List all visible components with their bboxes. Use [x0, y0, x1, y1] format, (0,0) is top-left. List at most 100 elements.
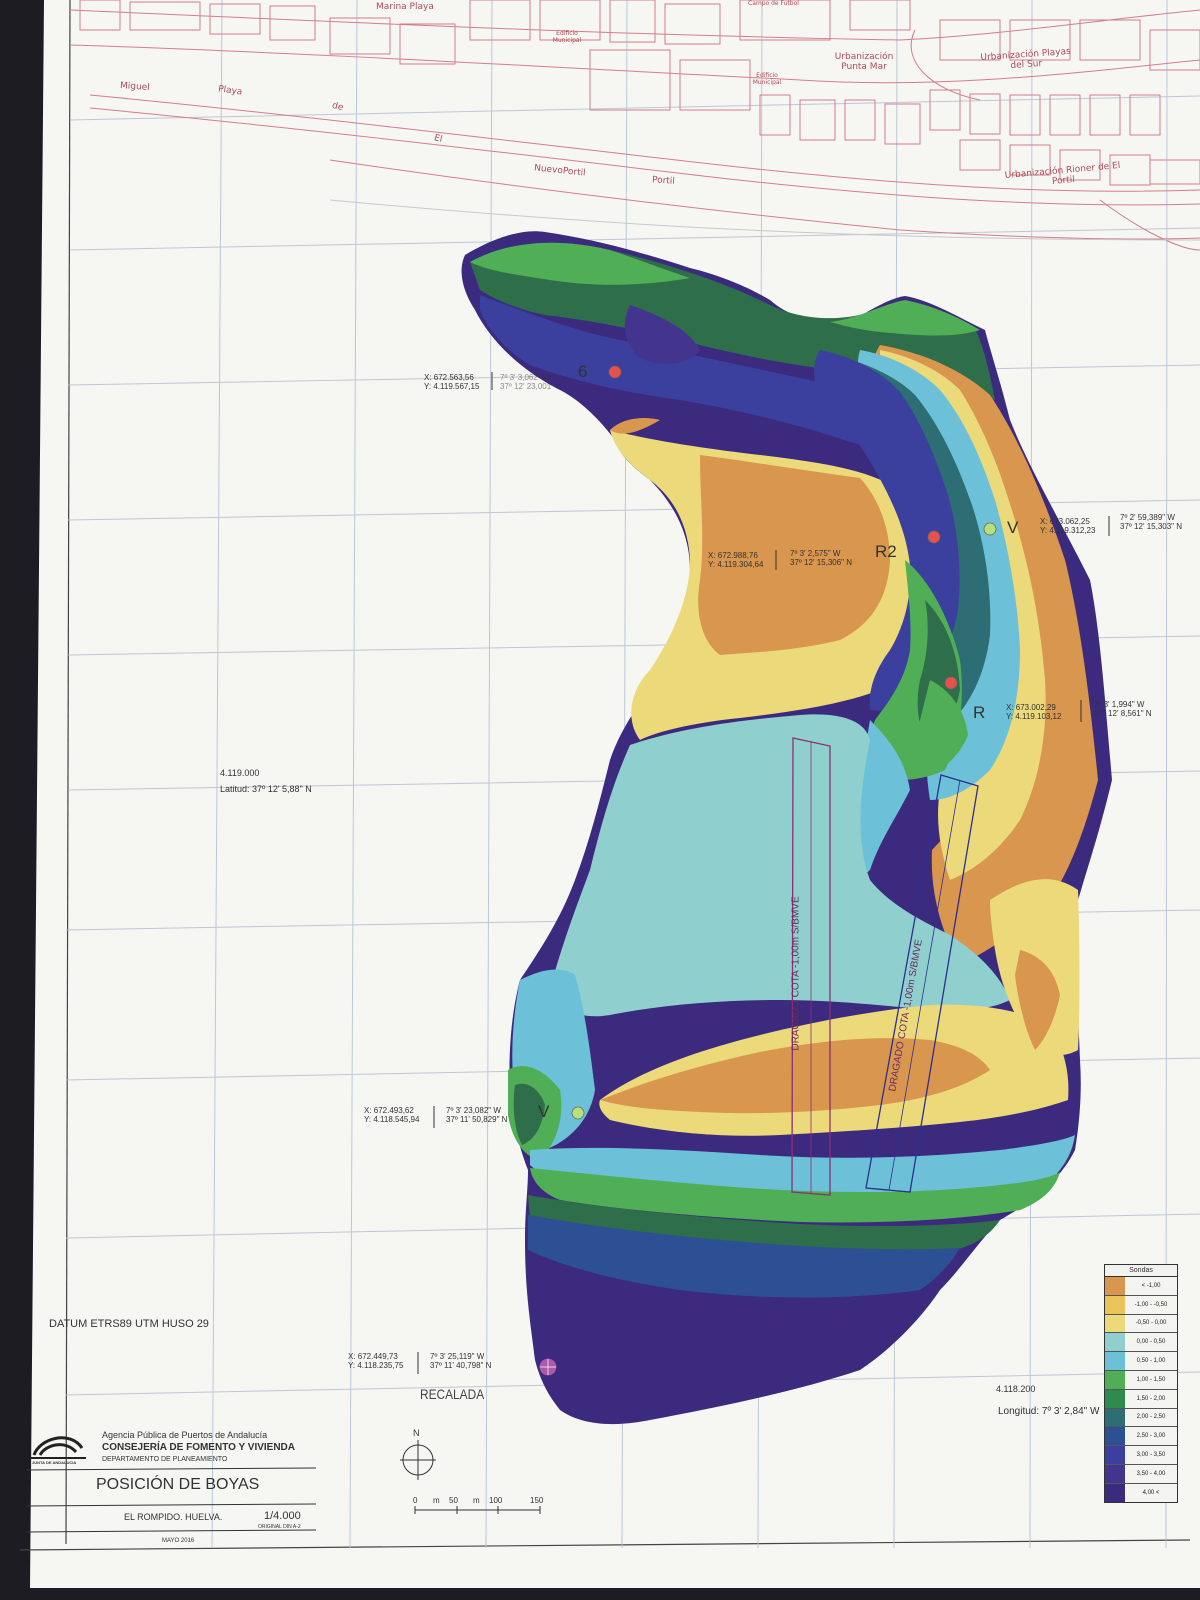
buoy-6-x: X: 672.563,56 [424, 373, 474, 382]
legend-swatch [1105, 1483, 1125, 1502]
buoy-v-west-geo: 7º 3' 23,082" W 37º 11' 50,829" N [446, 1106, 507, 1124]
recalada-geo: 7º 3' 25,119" W 37º 11' 40,798" N [430, 1352, 491, 1370]
legend-swatch [1105, 1389, 1125, 1408]
legend-item: 4,00 < [1105, 1483, 1177, 1502]
scale-tick-150: 150 [530, 1496, 544, 1505]
legend-label: 1,00 - 1,50 [1125, 1370, 1177, 1389]
dredge-label-1: DRAGADO COTA -1,00m S/BMVE [790, 896, 802, 1051]
buoy-r2-geo: 7º 3' 2,575" W 37º 12' 15,306" N [790, 549, 852, 567]
legend-item: 1,50 - 2,00 [1105, 1389, 1177, 1409]
ministry-label: CONSEJERÍA DE FOMENTO Y VIVIENDA [102, 1442, 296, 1453]
legend-swatch [1105, 1352, 1125, 1370]
page-title: POSICIÓN DE BOYAS [96, 1476, 260, 1493]
buoy-v-west-utm: X: 672.493,62 Y: 4.118.545,94 [364, 1106, 419, 1124]
buoy-v-east-lon: 7º 2' 59,389" W [1120, 513, 1175, 522]
legend-label: -0,50 - 0,00 [1125, 1314, 1177, 1333]
buoy-r-marker[interactable] [944, 676, 958, 690]
logo-text: JUNTA DE ANDALUCIA [32, 1460, 77, 1465]
legend-item: 3,00 - 3,50 [1105, 1446, 1177, 1465]
legend-swatch [1105, 1295, 1125, 1314]
legend-label: 0,50 - 1,00 [1125, 1352, 1177, 1370]
map-sheet [0, 0, 1200, 1600]
legend-item: 0,00 - 0,50 [1105, 1333, 1177, 1353]
buoy-v-east-utm: X: 673.062,25 Y: 4.119.312,23 [1040, 517, 1095, 535]
legend-label: 2,50 - 3,00 [1125, 1427, 1177, 1446]
legend-label: -1,00 - -0,50 [1125, 1295, 1177, 1314]
legend-item: 0,50 - 1,00 [1105, 1352, 1177, 1371]
scale-tick-50: 50 [449, 1496, 458, 1505]
buoy-6-geo: 7º 3' 3,062" W 37º 12' 23,001" N [500, 373, 562, 391]
depth-legend: Sondas < -1,00 -1,00 - -0,50 -0,50 - 0,00 0… [1104, 1264, 1178, 1503]
street-label-edificio-municipal-1: Edificio Municipal [552, 30, 582, 44]
buoy-6-lon: 7º 3' 3,062" W [500, 373, 551, 382]
grid-easting-label: 4.118.200 [996, 1384, 1036, 1394]
buoy-v-west-marker[interactable] [571, 1106, 585, 1120]
recalada-y: Y: 4.118.235,75 [348, 1361, 404, 1370]
location-label: EL ROMPIDO. HUELVA. [124, 1512, 223, 1522]
buoy-6-tag: 6 [578, 362, 588, 381]
buoy-v-east-geo: 7º 2' 59,389" W 37º 12' 15,303" N [1120, 513, 1182, 531]
datum-label: DATUM ETRS89 UTM HUSO 29 [49, 1318, 209, 1330]
legend-swatch [1105, 1408, 1125, 1427]
buoy-v-east-y: Y: 4.119.312,23 [1040, 526, 1096, 535]
legend-swatch [1105, 1446, 1125, 1464]
buoy-r2-lat: 37º 12' 15,306" N [790, 558, 852, 567]
legend-swatch [1105, 1464, 1125, 1483]
street-label-marina-playa: Marina Playa [376, 2, 434, 12]
legend-swatch [1105, 1370, 1125, 1389]
buoy-r2-utm: X: 672.988,76 Y: 4.119.304,64 [708, 551, 763, 569]
buoy-r2-marker[interactable] [927, 530, 941, 544]
buoy-v-west-tag: V [538, 1102, 550, 1121]
legend-item: < -1,00 [1105, 1277, 1177, 1296]
buoy-6-lat: 37º 12' 23,001" N [500, 382, 562, 391]
scale-label: 1/4.000 [264, 1510, 301, 1522]
legend-swatch [1105, 1314, 1125, 1333]
legend-label: 3,50 - 4,00 [1125, 1464, 1177, 1483]
buoy-r-lat: 37º 12' 8,561" N [1094, 709, 1152, 718]
legend-title: Sondas [1105, 1265, 1177, 1277]
agency-label: Agencia Pública de Puertos de Andalucía [102, 1430, 268, 1440]
recalada-buoy-marker[interactable] [539, 1358, 557, 1376]
scale-tick-0: 0 [413, 1496, 418, 1505]
buoy-v-west-y: Y: 4.118.545,94 [364, 1115, 420, 1124]
legend-label: < -1,00 [1125, 1277, 1177, 1295]
legend-label: 3,00 - 3,50 [1125, 1446, 1177, 1464]
legend-item: 1,00 - 1,50 [1105, 1370, 1177, 1390]
buoy-v-east-tag: V [1007, 518, 1019, 537]
recalada-lon: 7º 3' 25,119" W [430, 1352, 485, 1361]
street-label-portil: Portil [651, 175, 676, 187]
buoy-r-tag: R [973, 703, 986, 722]
buoy-r-y: Y: 4.119.103,12 [1006, 712, 1062, 721]
buoy-r-lon: 7º 3' 1,994" W [1094, 700, 1145, 709]
legend-swatch [1105, 1333, 1125, 1352]
buoy-6-marker[interactable] [608, 365, 622, 379]
grid-latitude-label: Latitud: 37º 12' 5,88" N [220, 784, 312, 794]
street-label-campo-futbol: Campo de Futbol [748, 0, 799, 7]
legend-item: 2,50 - 3,00 [1105, 1427, 1177, 1447]
scale-tick-m2: m [473, 1496, 480, 1505]
legend-label: 2,00 - 2,50 [1125, 1408, 1177, 1427]
date-label: MAYO 2016 [162, 1538, 195, 1544]
recalada-x: X: 672.449,73 [348, 1352, 398, 1361]
buoy-6-y: Y: 4.119.567,15 [424, 382, 480, 391]
legend-item: -1,00 - -0,50 [1105, 1295, 1177, 1315]
buoy-v-east-marker[interactable] [983, 522, 997, 536]
buoy-r-x: X: 673.002,29 [1006, 703, 1056, 712]
street-label-urb-punta-mar: Urbanización Punta Mar [834, 52, 894, 72]
buoy-r-utm: X: 673.002,29 Y: 4.119.103,12 [1006, 703, 1061, 721]
buoy-r2-y: Y: 4.119.304,64 [708, 560, 764, 569]
legend-label: 4,00 < [1125, 1483, 1177, 1502]
buoy-r2-tag: R2 [875, 542, 897, 561]
department-label: DEPARTAMENTO DE PLANEAMIENTO [102, 1456, 228, 1463]
buoy-v-west-lat: 37º 11' 50,829" N [446, 1115, 508, 1124]
legend-item: 2,00 - 2,50 [1105, 1408, 1177, 1428]
buoy-r2-lon: 7º 3' 2,575" W [790, 549, 841, 558]
grid-northing-label: 4.119.000 [220, 768, 260, 778]
buoy-6-utm: X: 672.563,56 Y: 4.119.567,15 [424, 373, 479, 391]
legend-label: 1,50 - 2,00 [1125, 1389, 1177, 1408]
street-label-miguel: Miguel [119, 80, 151, 94]
buoy-r-geo: 7º 3' 1,994" W 37º 12' 8,561" N [1094, 700, 1152, 718]
legend-item: 3,50 - 4,00 [1105, 1464, 1177, 1484]
buoy-v-east-x: X: 673.062,25 [1040, 517, 1090, 526]
legend-swatch [1105, 1427, 1125, 1446]
